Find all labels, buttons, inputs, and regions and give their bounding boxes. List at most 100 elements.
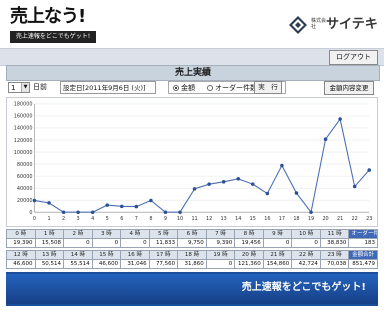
- table-cell: 0: [120, 238, 150, 248]
- table-cell: 55,514: [63, 259, 93, 269]
- x-tick-label: 23: [366, 216, 372, 222]
- table-cell: 14 時: [63, 250, 93, 260]
- x-tick-label: 17: [279, 216, 285, 222]
- data-point: [221, 180, 226, 184]
- x-tick-label: 12: [206, 216, 212, 222]
- chevron-down-icon[interactable]: ▼: [21, 83, 29, 92]
- table-cell: 50,514: [34, 259, 65, 269]
- promo-banner[interactable]: 売上速報をどこでもゲット!: [6, 272, 378, 306]
- table-cell: 154,860: [262, 259, 293, 269]
- day-select-value: 1: [11, 84, 16, 92]
- data-point: [76, 210, 80, 214]
- table-cell: 4 時: [120, 229, 150, 239]
- table-cell: 1 時: [34, 229, 65, 239]
- table-cell: オーダー件数: [348, 229, 378, 239]
- hourly-sales-table-am: 0 時1 時2 時3 時4 時5 時6 時7 時8 時9 時 10 時 11 時オー…: [6, 229, 378, 248]
- y-tick-label: 120000: [14, 138, 33, 144]
- radio-amount-label: 金額: [181, 84, 195, 92]
- table-cell: 12 時: [6, 250, 36, 260]
- x-tick-label: 22: [352, 216, 358, 222]
- table-cell: 0: [205, 259, 236, 269]
- logo-text: 売上なう!: [10, 6, 86, 27]
- logout-button[interactable]: ログアウト: [329, 50, 378, 65]
- data-point: [323, 137, 328, 141]
- table-cell: 31,860: [177, 259, 207, 269]
- date-label: 設定日[2011年9月6日 (火)]: [60, 81, 156, 94]
- x-tick-label: 15: [250, 216, 256, 222]
- y-tick-label: 60000: [17, 174, 33, 180]
- day-select[interactable]: 1 ▼: [8, 82, 30, 93]
- data-point: [134, 204, 139, 209]
- table-row: 19,390 15,508 0 0 0 11,833 9,750 9,390 19,456 0 0 3…: [6, 238, 378, 248]
- table-cell: 0: [291, 238, 321, 248]
- data-point: [207, 182, 211, 186]
- table-cell: 13 時: [34, 250, 65, 260]
- table-cell: 70,038: [319, 259, 350, 269]
- y-tick-label: 160000: [14, 114, 33, 120]
- x-tick-label: 1: [47, 216, 50, 222]
- x-tick-label: 3: [77, 216, 80, 222]
- x-tick-label: 2: [62, 216, 65, 222]
- table-cell: 851,479: [348, 259, 378, 269]
- y-tick-label: 180000: [14, 102, 33, 108]
- table-cell: 6 時: [177, 229, 207, 239]
- data-point: [178, 210, 182, 214]
- x-tick-label: 11: [191, 216, 197, 222]
- data-point: [105, 203, 110, 207]
- x-tick-label: 20: [322, 216, 328, 222]
- table-cell: 0: [91, 238, 122, 248]
- page: 売上なう! 売上速報をどこでもゲット! 株式会社 サイテキ ログアウト 売上実績…: [0, 0, 384, 311]
- run-button[interactable]: 実 行: [254, 81, 282, 94]
- table-header-row: 12 時 13 時 14 時 15 時 16 時 17 時 18 時 19 時 20 時 21 時…: [6, 250, 378, 260]
- table-cell: 19,390: [6, 238, 36, 248]
- table-cell: 8 時: [234, 229, 264, 239]
- data-point: [61, 210, 66, 214]
- filter-controls: 1 ▼ 日前 設定日[2011年9月6日 (火)] 金額 オーダー件数 実 行 …: [6, 80, 378, 96]
- hourly-sales-table-pm: 12 時 13 時 14 時 15 時 16 時 17 時 18 時 19 時 20 時 21 時…: [6, 250, 378, 269]
- data-point: [251, 182, 255, 186]
- data-point: [32, 198, 37, 203]
- y-tick-label: 20000: [17, 198, 33, 204]
- table-cell: 21 時: [262, 250, 293, 260]
- data-point: [236, 177, 241, 181]
- table-cell: 9 時: [262, 229, 293, 239]
- x-tick-label: 5: [106, 216, 109, 222]
- data-point: [367, 168, 372, 172]
- table-cell: 77,560: [148, 259, 179, 269]
- table-header-row: 0 時1 時2 時3 時4 時5 時6 時7 時8 時9 時 10 時 11 時オー…: [6, 229, 378, 239]
- data-point: [163, 210, 168, 214]
- change-amount-button[interactable]: 金額内容変更: [324, 81, 374, 95]
- x-tick-label: 19: [308, 216, 314, 222]
- radio-amount[interactable]: [173, 85, 179, 91]
- data-point: [120, 204, 124, 209]
- x-tick-label: 16: [264, 216, 270, 222]
- top-bar: ログアウト: [0, 48, 384, 66]
- company-logo-icon: [289, 16, 307, 34]
- data-point: [294, 191, 299, 195]
- series-line: [34, 117, 370, 214]
- table-cell: 金額合計: [348, 250, 378, 260]
- data-point: [280, 163, 284, 168]
- data-point: [90, 210, 95, 214]
- hourly-sales-chart: 0 20000 40000 60000 80000 100000 120000 140000 1…: [6, 97, 378, 227]
- table-cell: 3 時: [91, 229, 122, 239]
- radio-orders-label: オーダー件数: [215, 84, 257, 92]
- data-point: [352, 184, 357, 189]
- table-cell: 23 時: [319, 250, 350, 260]
- data-point: [192, 187, 197, 191]
- radio-orders[interactable]: [207, 85, 213, 91]
- y-tick-label: 140000: [14, 126, 33, 132]
- table-cell: 18 時: [177, 250, 207, 260]
- table-cell: 15 時: [91, 250, 122, 260]
- x-tick-label: 13: [221, 216, 227, 222]
- day-unit-label: 日前: [33, 83, 47, 91]
- table-row: 46,600 50,514 55,514 46,600 31,046 77,560 31,8…: [6, 259, 378, 269]
- y-tick-label: 0: [29, 210, 32, 216]
- table-cell: 31,046: [120, 259, 150, 269]
- x-tick-label: 9: [164, 216, 167, 222]
- data-point: [149, 198, 153, 203]
- table-cell: 0: [63, 238, 93, 248]
- data-point: [265, 191, 270, 196]
- x-tick-label: 10: [177, 216, 183, 222]
- table-cell: 17 時: [148, 250, 179, 260]
